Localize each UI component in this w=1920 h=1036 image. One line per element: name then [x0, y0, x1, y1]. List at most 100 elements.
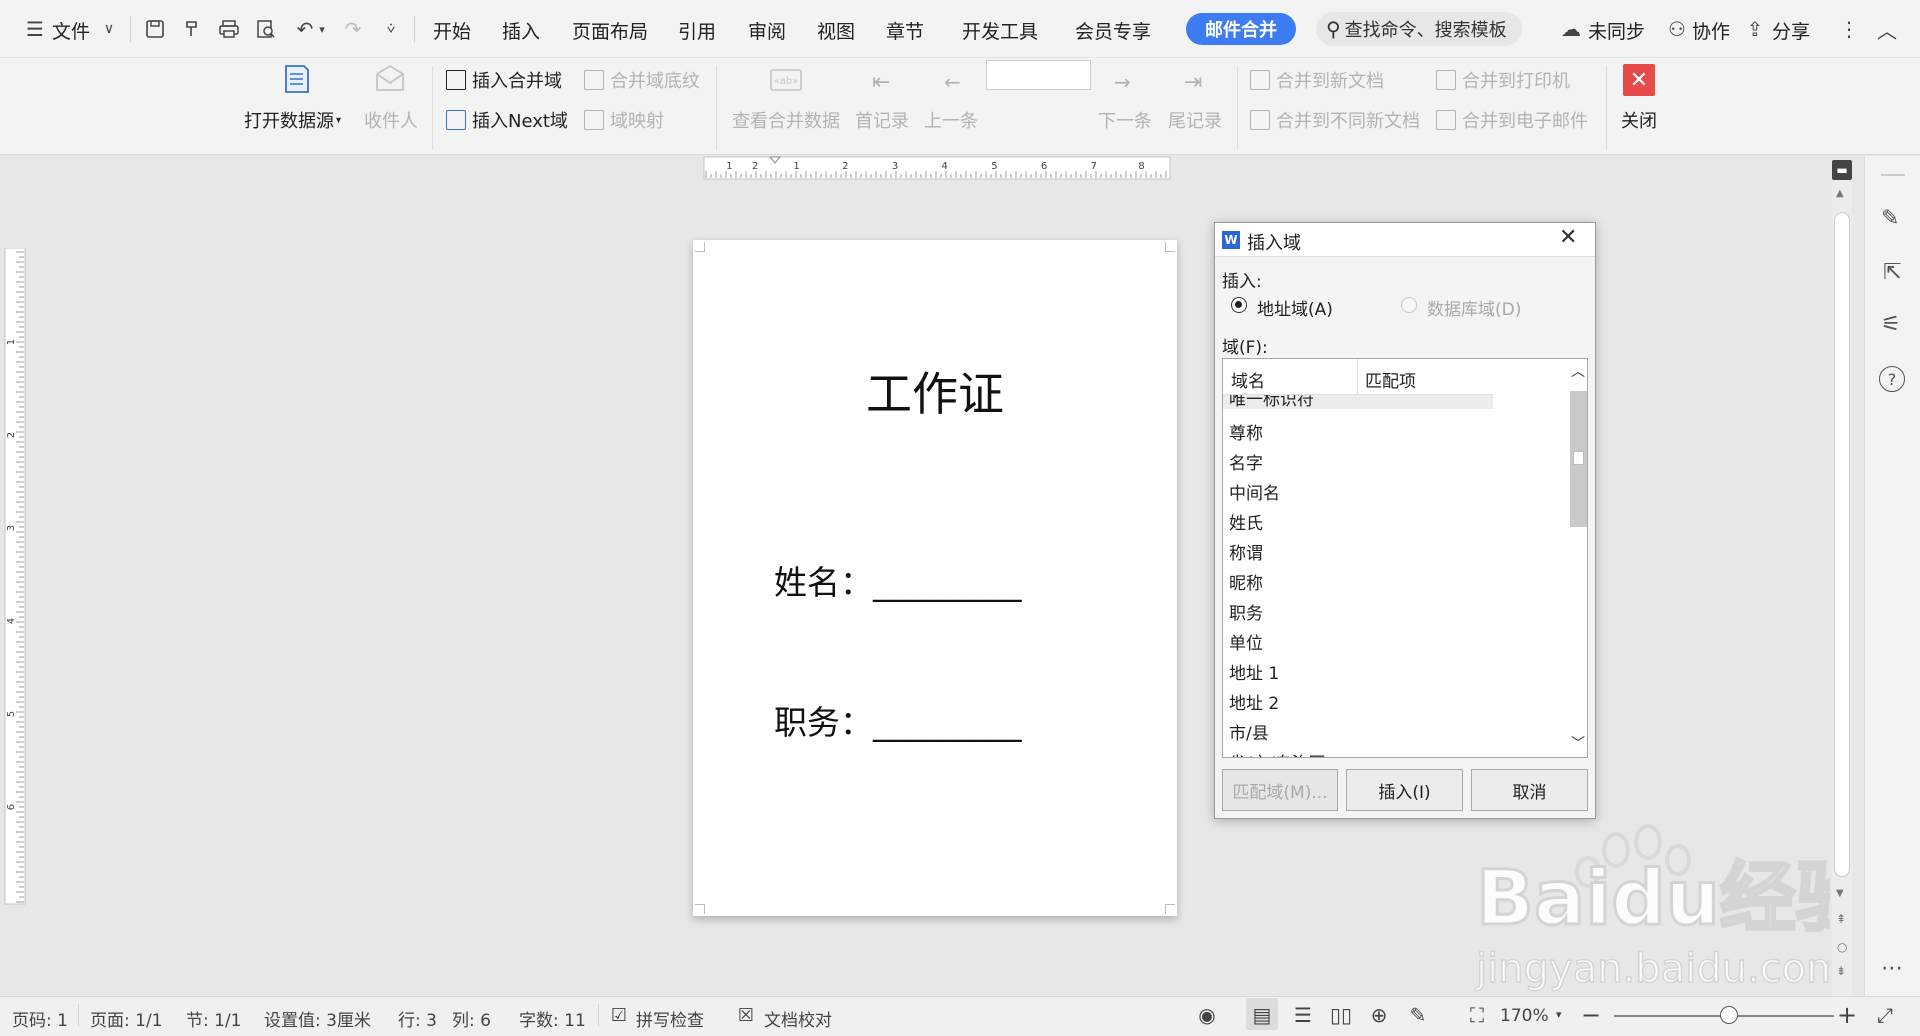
list-item[interactable]: 尊称	[1229, 419, 1263, 444]
customize-toolbar-icon[interactable]: ⩒	[378, 16, 404, 42]
radio-address-field[interactable]	[1231, 297, 1247, 313]
vertical-ruler[interactable]: 1 2 3 4 5 6	[4, 248, 26, 908]
more-icon[interactable]: ⋯	[1881, 956, 1903, 981]
collaborate-button[interactable]: 协作	[1692, 17, 1730, 44]
format-painter-icon[interactable]	[180, 16, 206, 42]
save-icon[interactable]	[142, 16, 168, 42]
list-item[interactable]: 姓氏	[1229, 509, 1263, 534]
list-item[interactable]: 省/市/自治区	[1229, 749, 1325, 757]
list-item-selected[interactable]: 唯一标识符	[1223, 395, 1493, 409]
status-page-number[interactable]: 页码: 1	[12, 1006, 68, 1031]
collaborate-icon[interactable]: ⚇	[1664, 16, 1690, 42]
list-item[interactable]: 单位	[1229, 629, 1263, 654]
scrollbar-thumb[interactable]	[1834, 212, 1850, 877]
fullscreen-icon[interactable]: ⤢	[1872, 1002, 1898, 1028]
tab-chapter[interactable]: 章节	[886, 17, 924, 44]
zoom-level[interactable]: 170%	[1500, 1006, 1549, 1026]
spell-check-icon[interactable]: ☑	[606, 1002, 632, 1028]
cancel-button[interactable]: 取消	[1471, 769, 1588, 811]
status-row[interactable]: 行: 3	[398, 1006, 437, 1031]
list-item[interactable]: 职务	[1229, 599, 1263, 624]
print-icon[interactable]	[216, 16, 242, 42]
reading-view-icon[interactable]: ▯▯	[1328, 1002, 1354, 1028]
spell-check-button[interactable]: 拼写检查	[636, 1006, 704, 1031]
sync-status[interactable]: 未同步	[1588, 17, 1645, 44]
status-word-count[interactable]: 字数: 11	[519, 1006, 586, 1031]
insert-button[interactable]: 插入(I)	[1346, 769, 1463, 811]
command-search[interactable]: ⚲ 查找命令、搜索模板	[1316, 12, 1522, 46]
list-scrollbar-thumb[interactable]	[1570, 391, 1587, 527]
status-pages[interactable]: 页面: 1/1	[90, 1006, 163, 1031]
select-browse-object-icon[interactable]: ○	[1837, 940, 1847, 954]
document-proof-button[interactable]: 文档校对	[764, 1006, 832, 1031]
zoom-dropdown-icon[interactable]: ▾	[1556, 1008, 1562, 1021]
list-item[interactable]: 市/县	[1229, 719, 1269, 744]
document-name-line[interactable]: 姓名：_________	[774, 556, 1022, 604]
status-column[interactable]: 列: 6	[452, 1006, 491, 1031]
tab-references[interactable]: 引用	[678, 17, 716, 44]
list-scroll-down-icon[interactable]: ﹀	[1571, 733, 1585, 753]
collapse-ribbon-icon[interactable]: ︿	[1874, 16, 1900, 43]
list-scroll-up-icon[interactable]: ︿	[1571, 361, 1585, 381]
status-setting[interactable]: 设置值: 3厘米	[264, 1006, 371, 1031]
tab-home[interactable]: 开始	[433, 17, 471, 44]
status-section[interactable]: 节: 1/1	[186, 1006, 242, 1031]
scroll-down-icon[interactable]: ▼	[1836, 888, 1844, 899]
chevron-down-icon[interactable]: ∨	[96, 16, 122, 42]
tab-review[interactable]: 审阅	[748, 17, 786, 44]
cloud-sync-icon[interactable]: ☁	[1558, 16, 1584, 42]
tab-insert[interactable]: 插入	[502, 17, 540, 44]
eye-protection-icon[interactable]: ◉	[1194, 1002, 1220, 1028]
document-proof-icon[interactable]: ☒	[733, 1002, 759, 1028]
file-menu[interactable]: 文件	[52, 17, 90, 44]
list-item[interactable]: 名字	[1229, 449, 1263, 474]
zoom-slider-thumb[interactable]	[1720, 1006, 1738, 1024]
web-view-icon[interactable]: ⊕	[1366, 1002, 1392, 1028]
tab-member[interactable]: 会员专享	[1075, 17, 1151, 44]
prev-page-icon[interactable]: ⇞	[1836, 912, 1846, 926]
help-icon[interactable]: ?	[1879, 366, 1905, 392]
list-item[interactable]: 称谓	[1229, 539, 1263, 564]
pen-icon[interactable]: ✎	[1881, 206, 1899, 231]
share-icon[interactable]: ⇪	[1742, 16, 1768, 42]
select-cursor-icon[interactable]: ⇱	[1883, 260, 1901, 285]
dialog-titlebar[interactable]: W 插入域 ✕	[1215, 223, 1595, 257]
more-options-icon[interactable]: ⋮	[1836, 16, 1862, 42]
tab-view[interactable]: 视图	[817, 17, 855, 44]
redo-icon[interactable]: ↷	[340, 16, 366, 42]
insert-next-field-button[interactable]: 插入Next域	[446, 107, 568, 133]
dialog-close-icon[interactable]: ✕	[1559, 225, 1577, 250]
list-item[interactable]: 中间名	[1229, 479, 1280, 504]
open-datasource-icon[interactable]	[280, 62, 314, 96]
tab-mail-merge[interactable]: 邮件合并	[1186, 13, 1296, 45]
close-icon[interactable]: ✕	[1623, 64, 1655, 96]
close-mail-merge-button[interactable]: 关闭	[1621, 107, 1657, 133]
print-preview-icon[interactable]	[253, 16, 279, 42]
split-view-icon[interactable]: ▬	[1832, 160, 1852, 180]
undo-dropdown-icon[interactable]: ▾	[315, 16, 329, 42]
list-item[interactable]: 地址 2	[1229, 689, 1279, 714]
list-item[interactable]: 昵称	[1229, 569, 1263, 594]
outline-view-icon[interactable]: ☰	[1290, 1002, 1316, 1028]
hamburger-menu-icon[interactable]: ☰	[22, 16, 48, 42]
field-list[interactable]: 域名 匹配项 唯一标识符 尊称 名字 中间名 姓氏 称谓 昵称 职务 单位 地址…	[1222, 358, 1588, 758]
zoom-out-icon[interactable]: −	[1578, 1001, 1604, 1029]
next-page-icon[interactable]: ⇟	[1836, 964, 1846, 978]
write-view-icon[interactable]: ✎	[1405, 1002, 1431, 1028]
zoom-in-icon[interactable]: +	[1834, 1001, 1860, 1029]
column-header-match[interactable]: 匹配项	[1365, 367, 1416, 392]
document-page[interactable]: 工作证 姓名：_________ 职务：_________	[693, 240, 1177, 916]
scroll-up-icon[interactable]: ▲	[1836, 188, 1844, 199]
insert-merge-field-button[interactable]: 插入合并域	[446, 67, 562, 93]
tab-developer[interactable]: 开发工具	[962, 17, 1038, 44]
list-item[interactable]: 地址 1	[1229, 659, 1279, 684]
document-title[interactable]: 工作证	[693, 358, 1177, 424]
open-datasource-button[interactable]: 打开数据源 ▾	[244, 107, 341, 133]
horizontal-ruler[interactable]: 1 2 1 2 3 4 5 6 7 8	[700, 154, 1174, 184]
page-view-icon[interactable]: ▤	[1249, 1002, 1275, 1028]
document-position-line[interactable]: 职务：_________	[774, 696, 1022, 744]
adjust-icon[interactable]: ⚟	[1881, 312, 1901, 337]
tab-page-layout[interactable]: 页面布局	[572, 17, 648, 44]
radio-address-label[interactable]: 地址域(A)	[1257, 295, 1333, 320]
fit-page-icon[interactable]: ⛶	[1464, 1002, 1490, 1028]
